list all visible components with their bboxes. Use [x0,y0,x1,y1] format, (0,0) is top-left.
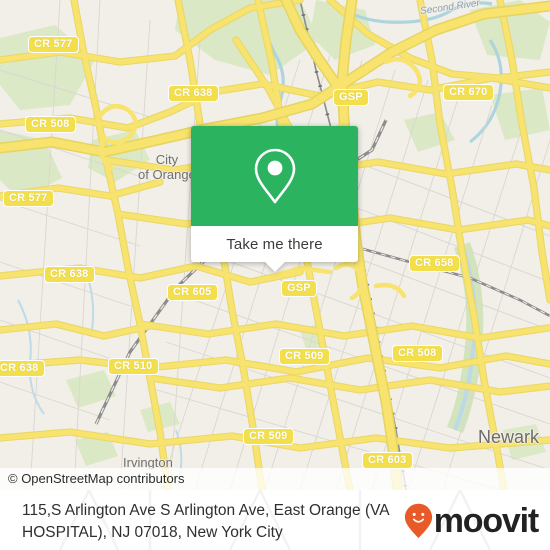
road-shield[interactable]: CR 638 [168,85,219,102]
moovit-wordmark: moovit [433,502,539,540]
road-shield[interactable]: CR 577 [3,190,54,207]
footer-bar: 115,S Arlington Ave S Arlington Ave, Eas… [0,490,550,550]
road-shield[interactable]: CR 508 [392,345,443,362]
map-pin-icon [254,148,295,204]
popup-header [191,126,358,226]
take-me-there-label: Take me there [226,235,323,253]
road-shield[interactable]: GSP [281,280,317,297]
road-shield[interactable]: CR 508 [25,116,76,133]
take-me-there-popup[interactable]: Take me there [191,126,358,272]
road-shield[interactable]: CR 510 [108,358,159,375]
road-shield[interactable]: CR 638 [44,266,95,283]
popup-pointer-tail [263,261,286,272]
road-shield[interactable]: CR 658 [409,255,460,272]
road-shield[interactable]: CR 577 [28,36,79,53]
popup-footer[interactable]: Take me there [191,226,358,272]
location-address: 115,S Arlington Ave S Arlington Ave, Eas… [22,502,389,541]
road-shield[interactable]: GSP [333,89,369,106]
road-shield[interactable]: CR 670 [443,84,494,101]
road-shield[interactable]: CR 509 [279,348,330,365]
screenshot-root: CR 577 CR 577 CR 508 CR 638 CR 638 CR 63… [0,0,550,550]
moovit-brand[interactable]: moovit [404,502,539,540]
road-shield[interactable]: CR 638 [0,360,45,377]
road-shield[interactable]: CR 603 [362,452,413,469]
map-attribution[interactable]: © OpenStreetMap contributors [0,468,550,490]
road-shield[interactable]: CR 509 [243,428,294,445]
road-shield[interactable]: CR 605 [167,284,218,301]
moovit-smiley-pin-icon [404,503,432,539]
